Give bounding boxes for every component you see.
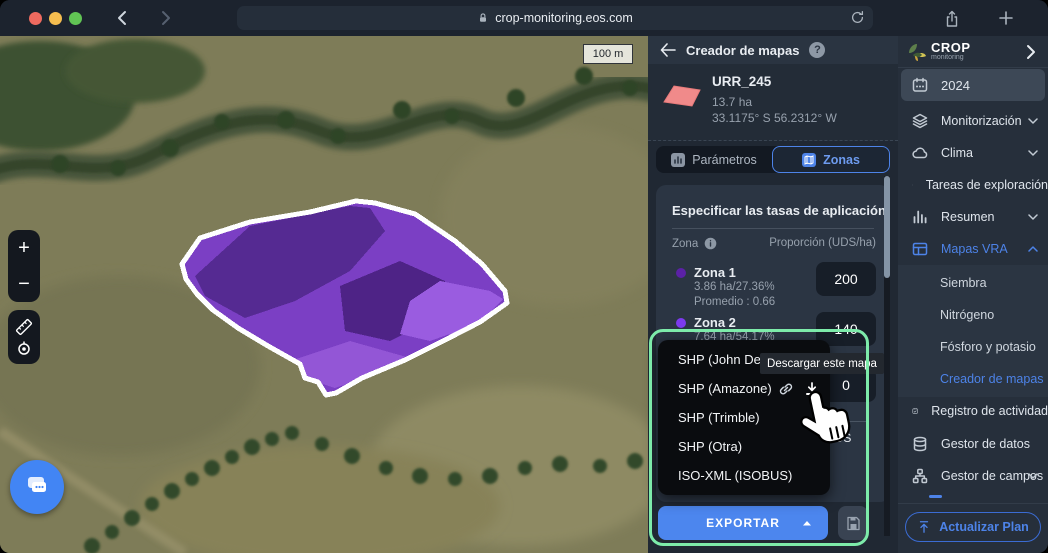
panel-header: Creador de mapas ?	[648, 36, 898, 64]
field-name: URR_245	[712, 74, 771, 89]
locate-button[interactable]	[15, 339, 33, 357]
chevron-down-icon	[1028, 214, 1038, 220]
field-area: 13.7 ha	[712, 95, 752, 109]
bar-chart-icon	[912, 209, 928, 225]
hand-cursor-icon	[789, 382, 863, 457]
zone-column-header: Zona	[672, 237, 717, 250]
submenu-fosforo[interactable]: Fósforo y potasio	[940, 340, 1036, 354]
help-icon[interactable]: ?	[809, 42, 825, 58]
maximize-window-button[interactable]	[69, 12, 82, 25]
lock-icon	[477, 11, 489, 25]
tab-bar: Parámetros Zonas	[656, 146, 890, 173]
sidebar-item-tareas[interactable]: Tareas de exploración	[898, 169, 1048, 201]
season-year: 2024	[941, 78, 970, 93]
sidebar-item-clima[interactable]: Clima	[898, 137, 1048, 169]
hierarchy-icon	[912, 468, 928, 484]
caret-up-icon	[802, 520, 812, 526]
main-sidebar: CROP monitoring 2024 Monitorización Clim…	[898, 36, 1048, 553]
back-arrow-icon[interactable]	[660, 43, 676, 57]
crop-monitoring-logo-icon	[906, 41, 928, 63]
chevron-up-icon	[1028, 246, 1038, 252]
reload-icon[interactable]	[850, 10, 865, 25]
upload-arrow-icon	[917, 520, 931, 534]
sidebar-divider	[898, 503, 1048, 504]
zone1-average: Promedio : 0.66	[694, 296, 775, 308]
share-icon[interactable]	[944, 10, 960, 28]
sidebar-item-monitorizacion[interactable]: Monitorización	[898, 105, 1048, 137]
zoom-in-button[interactable]: +	[18, 238, 30, 258]
sidebar-item-registro[interactable]: Registro de actividad	[898, 395, 1048, 427]
browser-window: crop-monitoring.eos.com	[0, 0, 1048, 553]
rate-column-header: Proporción (UDS/ha)	[769, 237, 876, 249]
url-text: crop-monitoring.eos.com	[495, 11, 633, 25]
browser-toolbar: crop-monitoring.eos.com	[0, 0, 1048, 36]
save-map-button[interactable]	[838, 506, 868, 540]
measure-ruler-button[interactable]	[15, 318, 33, 336]
map-tools	[8, 310, 40, 364]
rates-title: Especificar las tasas de aplicación	[672, 203, 886, 218]
chat-support-button[interactable]	[10, 460, 64, 514]
field-thumbnail	[660, 80, 704, 112]
sidebar-item-season[interactable]: 2024	[901, 69, 1045, 101]
panel-scroll-thumb[interactable]	[884, 176, 890, 278]
zoom-out-button[interactable]: −	[18, 274, 30, 294]
panel-title: Creador de mapas	[686, 43, 799, 58]
zone1-color-dot	[676, 268, 686, 278]
back-button[interactable]	[107, 5, 137, 31]
satellite-imagery	[0, 36, 648, 553]
zone2-color-dot	[676, 318, 686, 328]
field-info: URR_245 13.7 ha 33.1175° S 56.2312° W	[648, 64, 898, 141]
chevron-down-icon	[1028, 473, 1038, 479]
zone2-name: Zona 2	[694, 315, 736, 330]
map-scale: 100 m	[583, 44, 633, 64]
chevron-down-icon	[1028, 118, 1038, 124]
close-window-button[interactable]	[29, 12, 42, 25]
submenu-creador-de-mapas[interactable]: Creador de mapas	[940, 372, 1044, 386]
new-tab-icon[interactable]	[998, 10, 1014, 26]
sidebar-item-gestor-datos[interactable]: Gestor de datos	[898, 428, 1048, 460]
database-icon	[912, 436, 928, 452]
submenu-siembra[interactable]: Siembra	[940, 276, 987, 290]
location-pin-icon	[912, 177, 913, 193]
vra-grid-icon	[912, 241, 928, 257]
collapse-sidebar-icon[interactable]	[1026, 44, 1036, 60]
info-icon[interactable]	[704, 237, 717, 250]
zone1-name: Zona 1	[694, 265, 736, 280]
field-coordinates: 33.1175° S 56.2312° W	[712, 111, 837, 125]
update-plan-button[interactable]: Actualizar Plan	[905, 512, 1041, 542]
activity-log-icon	[912, 403, 918, 419]
satellite-map[interactable]: 100 m + −	[0, 36, 648, 553]
chat-bubbles-icon	[24, 475, 50, 499]
zone1-rate-input[interactable]: 200	[816, 262, 876, 296]
zone1-detail: 3.86 ha/27.36%	[694, 281, 775, 293]
calendar-icon	[912, 77, 928, 93]
layers-icon	[912, 113, 928, 129]
vra-submenu: Siembra Nitrógeno Fósforo y potasio Crea…	[898, 265, 1048, 397]
minimize-window-button[interactable]	[49, 12, 62, 25]
download-tooltip: Descargar este mapa	[760, 353, 884, 374]
export-button[interactable]: EXPORTAR	[658, 506, 828, 540]
submenu-nitrogeno[interactable]: Nitrógeno	[940, 308, 994, 322]
forward-button[interactable]	[151, 5, 181, 31]
menu-item-iso-xml[interactable]: ISO-XML (ISOBUS)	[658, 461, 830, 490]
zones-icon	[802, 153, 816, 167]
sidebar-item-resumen[interactable]: Resumen	[898, 201, 1048, 233]
floppy-disk-icon	[846, 516, 861, 531]
address-bar[interactable]: crop-monitoring.eos.com	[237, 6, 873, 30]
sidebar-item-gestor-campos[interactable]: Gestor de campos	[898, 460, 1048, 492]
sidebar-item-mapas-vra[interactable]: Mapas VRA	[898, 233, 1048, 265]
tab-zonas[interactable]: Zonas	[772, 146, 890, 173]
logo-subtitle: monitoring	[931, 54, 964, 61]
cloud-icon	[912, 145, 928, 161]
zoom-controls: + −	[8, 230, 40, 302]
parameters-icon	[671, 153, 685, 167]
map-creator-panel: Creador de mapas ? URR_245 13.7 ha 33.11…	[648, 36, 898, 553]
logo-title: CROP	[931, 40, 971, 55]
logo-row: CROP monitoring	[898, 36, 1048, 68]
partially-visible-item	[929, 495, 942, 498]
tab-parametros[interactable]: Parámetros	[656, 146, 772, 173]
chevron-down-icon	[1028, 150, 1038, 156]
